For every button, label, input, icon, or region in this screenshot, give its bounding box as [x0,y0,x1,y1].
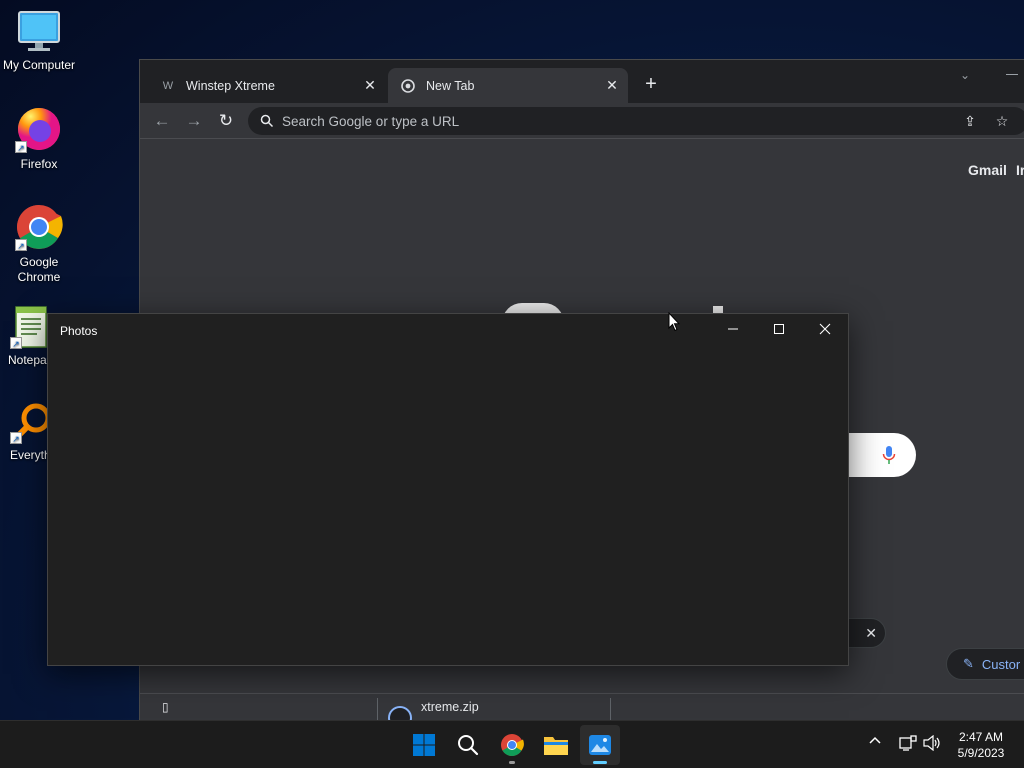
share-icon[interactable]: ⇪ [962,113,978,129]
monitor-icon [17,10,61,54]
forward-button[interactable]: → [182,109,206,133]
maximize-button[interactable] [756,314,802,346]
chevron-down-icon[interactable]: ⌄ [960,68,970,82]
window-title: Photos [60,324,98,338]
desktop-icon-my-computer[interactable]: My Computer [1,10,77,73]
taskbar-clock[interactable]: 2:47 AM 5/9/2023 [946,729,1016,761]
taskbar-photos[interactable] [580,725,620,765]
close-icon[interactable]: ✕ [865,625,877,642]
photos-window[interactable]: Photos [47,313,849,666]
chrome-icon: ↗ [15,203,63,251]
shortcut-arrow-icon: ↗ [10,432,22,444]
tab-title: New Tab [426,78,475,93]
volume-icon[interactable] [923,734,941,754]
customize-chrome-button[interactable]: ✎ Custor [946,648,1024,680]
folder-icon [544,737,568,755]
back-button[interactable]: ← [150,109,174,133]
customize-label: Custor [981,656,1021,672]
taskbar-chrome[interactable] [492,725,532,765]
tab-title: Winstep Xtreme [186,78,275,93]
star-icon[interactable]: ☆ [994,113,1010,129]
shortcut-arrow-icon: ↗ [10,337,22,349]
clock-date: 5/9/2023 [957,746,1005,760]
windows-logo-icon [413,734,435,756]
network-icon[interactable] [899,735,917,754]
images-link[interactable]: Ir [1016,162,1024,178]
download-filename: xtreme.zip [421,700,479,714]
start-button[interactable] [404,725,444,765]
desktop-icon-google-chrome[interactable]: ↗ Google Chrome [1,203,77,285]
winstep-icon: W [162,79,174,92]
tab-strip: W Winstep Xtreme ✕ New Tab ✕ + ⌄ [140,60,1024,103]
desktop-icon-label: Firefox [20,157,58,171]
search-button[interactable] [448,725,488,765]
gmail-link[interactable]: Gmail [968,162,1007,178]
omnibox-input[interactable] [282,113,882,129]
minimize-icon[interactable] [1006,74,1018,75]
shortcut-arrow-icon: ↗ [15,141,27,153]
tab-winstep-xtreme[interactable]: W Winstep Xtreme ✕ [148,68,386,103]
desktop-icon-firefox[interactable]: ↗ Firefox [1,105,77,172]
photos-icon [589,735,611,755]
chevron-up-icon[interactable] [868,733,882,750]
browser-toolbar: ← → ↻ ⇪ ☆ [140,103,1024,139]
firefox-icon: ↗ [15,105,63,153]
taskbar: 2:47 AM 5/9/2023 [0,720,1024,768]
new-tab-button[interactable]: + [640,73,662,95]
minimize-button[interactable] [710,314,756,346]
chrome-icon [501,734,524,756]
clock-time: 2:47 AM [958,730,1004,744]
minimize-icon [728,328,738,330]
taskbar-file-explorer[interactable] [536,725,576,765]
close-icon [819,323,831,335]
close-button[interactable] [802,314,848,346]
running-indicator [509,761,515,764]
close-icon[interactable]: ✕ [362,77,378,93]
desktop-icon-label: Google Chrome [17,255,61,284]
chrome-icon [400,78,416,94]
running-indicator [593,761,607,764]
close-icon[interactable]: ✕ [604,77,620,93]
omnibox[interactable]: ⇪ ☆ [248,107,1024,135]
microphone-icon[interactable] [882,445,896,465]
mouse-cursor-icon [668,312,680,332]
tab-new-tab[interactable]: New Tab ✕ [388,68,628,103]
desktop-icon-label: My Computer [2,58,76,72]
search-icon [458,735,479,756]
shortcut-arrow-icon: ↗ [15,239,27,251]
pencil-icon: ✎ [963,656,974,671]
maximize-icon [774,324,784,334]
reload-button[interactable]: ↻ [214,109,238,133]
search-icon [260,114,274,128]
file-icon: ▯ [162,700,169,714]
